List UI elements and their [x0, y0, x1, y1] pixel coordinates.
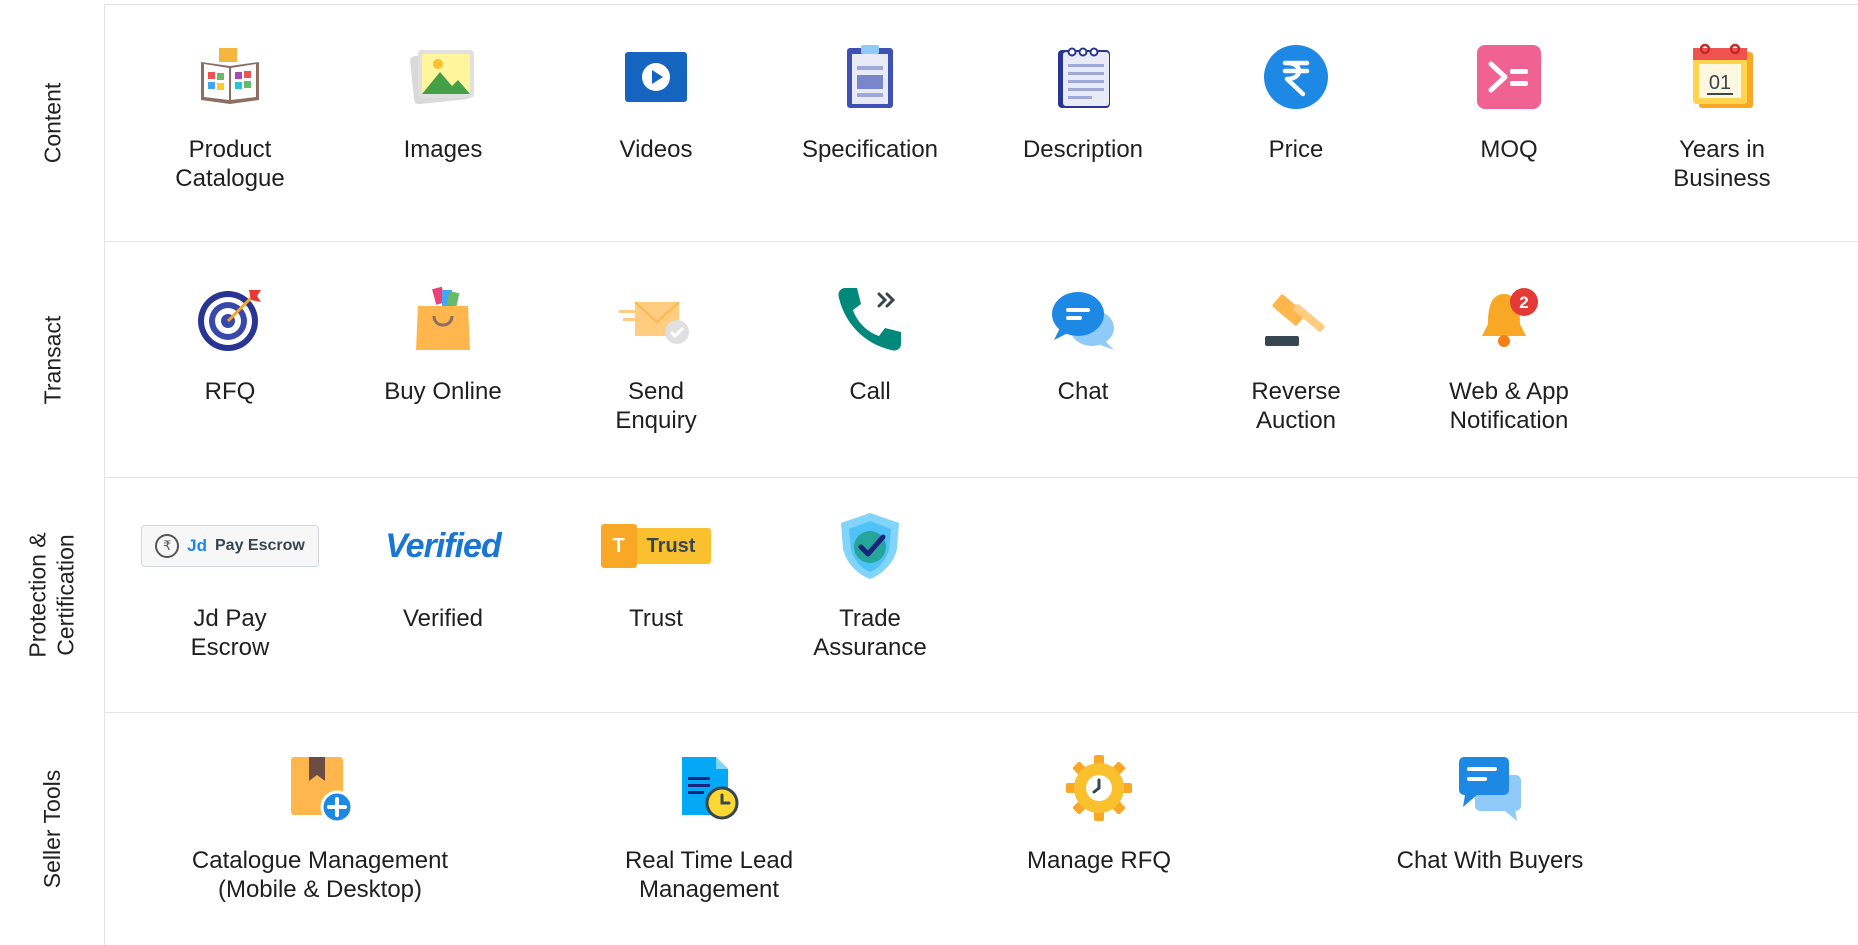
calendar-number: 01: [1709, 72, 1731, 94]
section-label-transact: Transact: [0, 242, 104, 477]
moq-icon: [1469, 37, 1549, 117]
feature-real-time-lead-management[interactable]: Real Time Lead Management: [549, 748, 869, 904]
feature-send-enquiry[interactable]: Send Enquiry: [556, 279, 756, 435]
feature-label: Real Time Lead Management: [624, 847, 794, 903]
section-divider: [104, 241, 1858, 242]
rupee-circle-icon: ₹: [155, 534, 180, 558]
feature-rfq[interactable]: RFQ: [130, 279, 330, 406]
feature-buy-online[interactable]: Buy Online: [343, 279, 543, 406]
video-play-icon: [616, 37, 696, 117]
jd-pay-escrow-badge: ₹ Jd Pay Escrow: [140, 506, 320, 586]
verified-badge-text: Verified: [385, 526, 501, 565]
feature-chat-with-buyers[interactable]: Chat With Buyers: [1330, 748, 1650, 875]
feature-label: Images: [403, 136, 483, 163]
feature-images[interactable]: Images: [343, 37, 543, 164]
trust-badge-box: T Trust: [600, 524, 712, 568]
rupee-icon: [1256, 37, 1336, 117]
feature-label: Videos: [619, 136, 693, 163]
target-icon: [190, 279, 270, 359]
section-label-text: Protection & Certification: [25, 532, 80, 658]
feature-description[interactable]: Description: [983, 37, 1183, 164]
send-envelope-icon: [616, 279, 696, 359]
feature-web-app-notification[interactable]: 2 Web & App Notification: [1409, 279, 1609, 435]
section-label-text: Content: [39, 82, 65, 163]
section-label-protection: Protection & Certification: [0, 478, 104, 712]
section-label-content: Content: [0, 4, 104, 241]
section-label-seller-tools: Seller Tools: [0, 713, 104, 944]
feature-label: MOQ: [1480, 136, 1538, 163]
trust-badge-text: Trust: [646, 534, 696, 557]
feature-price[interactable]: Price: [1196, 37, 1396, 164]
trust-shield-icon: T: [600, 524, 637, 568]
shopping-bag-icon: [403, 279, 483, 359]
feature-label: Chat With Buyers: [1396, 847, 1584, 874]
feature-years-in-business[interactable]: 01 Years in Business: [1622, 37, 1822, 193]
feature-jd-pay-escrow[interactable]: ₹ Jd Pay Escrow Jd Pay Escrow: [130, 506, 330, 662]
document-clock-icon: [669, 748, 749, 828]
feature-trade-assurance[interactable]: Trade Assurance: [770, 506, 970, 662]
section-label-text: Transact: [39, 315, 65, 404]
feature-label: Product Catalogue: [175, 136, 285, 192]
gavel-icon: [1256, 279, 1336, 359]
chat-bubbles-icon: [1043, 279, 1123, 359]
clipboard-icon: [830, 37, 910, 117]
notepad-icon: [1043, 37, 1123, 117]
feature-label: Chat: [1057, 378, 1109, 405]
feature-label: Verified: [402, 605, 484, 632]
feature-label: Reverse Auction: [1251, 378, 1341, 434]
jd-logo-text: Jd: [187, 536, 207, 555]
feature-label: Manage RFQ: [1026, 847, 1172, 874]
section-divider: [104, 477, 1858, 478]
bell-icon: 2: [1469, 279, 1549, 359]
feature-label: Catalogue Management (Mobile & Desktop): [191, 847, 449, 903]
escrow-badge-text: Pay Escrow: [215, 537, 305, 554]
photo-icon: [403, 37, 483, 117]
trust-badge: T Trust: [566, 506, 746, 586]
feature-label: Call: [849, 378, 891, 405]
section-divider: [104, 712, 1858, 713]
phone-icon: [830, 279, 910, 359]
feature-label: Web & App Notification: [1449, 378, 1569, 434]
feature-verified[interactable]: Verified Verified: [343, 506, 543, 633]
feature-product-catalogue[interactable]: Product Catalogue: [130, 37, 330, 193]
feature-reverse-auction[interactable]: Reverse Auction: [1196, 279, 1396, 435]
chat-buyers-icon: [1450, 748, 1530, 828]
feature-label: Trust: [629, 605, 683, 632]
feature-label: Price: [1268, 136, 1324, 163]
feature-label: Buy Online: [384, 378, 502, 405]
feature-catalogue-management[interactable]: Catalogue Management (Mobile & Desktop): [160, 748, 480, 904]
gear-clock-icon: [1059, 748, 1139, 828]
feature-manage-rfq[interactable]: Manage RFQ: [939, 748, 1259, 875]
calendar-icon: 01: [1682, 37, 1762, 117]
shield-check-icon: [830, 506, 910, 586]
feature-label: Years in Business: [1673, 136, 1771, 192]
escrow-badge-box: ₹ Jd Pay Escrow: [141, 525, 319, 567]
feature-label: Description: [1022, 136, 1144, 163]
feature-label: Trade Assurance: [813, 605, 927, 661]
feature-trust[interactable]: T Trust Trust: [556, 506, 756, 633]
feature-specification[interactable]: Specification: [770, 37, 970, 164]
notification-count-badge: 2: [1519, 293, 1528, 312]
verified-badge: Verified: [353, 506, 533, 586]
feature-label: RFQ: [204, 378, 256, 405]
feature-call[interactable]: Call: [770, 279, 970, 406]
catalogue-add-icon: [280, 748, 360, 828]
feature-label: Jd Pay Escrow: [190, 605, 270, 661]
feature-videos[interactable]: Videos: [556, 37, 756, 164]
section-label-text: Seller Tools: [39, 769, 66, 888]
feature-moq[interactable]: MOQ: [1409, 37, 1609, 164]
feature-label: Send Enquiry: [615, 378, 697, 434]
feature-chat[interactable]: Chat: [983, 279, 1183, 406]
feature-label: Specification: [801, 136, 939, 163]
open-book-icon: [190, 37, 270, 117]
